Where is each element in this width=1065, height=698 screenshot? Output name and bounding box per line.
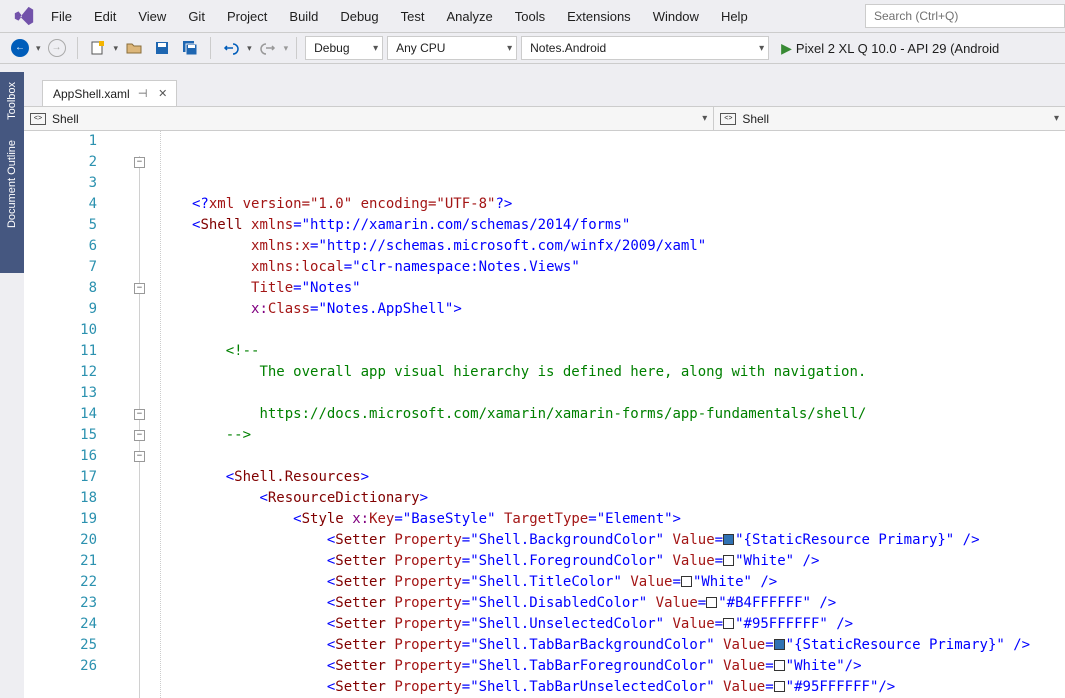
start-button[interactable]: ▶Pixel 2 XL Q 10.0 - API 29 (Android (773, 40, 1007, 57)
menu-edit[interactable]: Edit (83, 5, 127, 28)
menu-extensions[interactable]: Extensions (556, 5, 642, 28)
code-line[interactable]: xmlns:local="clr-namespace:Notes.Views" (192, 257, 1065, 278)
fold-toggle[interactable]: − (134, 283, 145, 294)
sidepanel-document-outline[interactable]: Document Outline (6, 134, 18, 234)
new-button[interactable] (86, 36, 110, 60)
menu-bar: FileEditViewGitProjectBuildDebugTestAnal… (0, 0, 1065, 32)
code-line[interactable]: <Setter Property="Shell.ForegroundColor"… (192, 551, 1065, 572)
config-combo[interactable]: Debug (305, 36, 383, 60)
code-line[interactable]: <Shell xmlns="http://xamarin.com/schemas… (192, 215, 1065, 236)
code-line[interactable]: <Setter Property="Shell.TitleColor" Valu… (192, 572, 1065, 593)
editor-area: AppShell.xaml ⊣ ✕ <> Shell <> Shell 1234… (24, 80, 1065, 698)
platform-combo[interactable]: Any CPU (387, 36, 517, 60)
save-all-button[interactable] (178, 36, 202, 60)
fold-toggle[interactable]: − (134, 451, 145, 462)
code-line[interactable] (192, 383, 1065, 404)
code-line[interactable]: <Style x:Key="BaseStyle" TargetType="Ele… (192, 509, 1065, 530)
fold-toggle[interactable]: − (134, 157, 145, 168)
menu-file[interactable]: File (40, 5, 83, 28)
code-content[interactable]: <?xml version="1.0" encoding="UTF-8"?><S… (152, 131, 1065, 698)
sidepanel-toolbox[interactable]: Toolbox (6, 76, 18, 126)
vs-logo-icon (8, 0, 40, 32)
toolbar: ← ▾ → ▾ ▾ ▾ Debug Any CPU Notes.Android … (0, 32, 1065, 64)
undo-button[interactable] (219, 36, 243, 60)
code-line[interactable]: Title="Notes" (192, 278, 1065, 299)
tab-strip: AppShell.xaml ⊣ ✕ (24, 80, 1065, 106)
line-gutter: 1234567891011121314151617181920212223242… (24, 131, 134, 698)
menu-view[interactable]: View (127, 5, 177, 28)
code-line[interactable]: x:Class="Notes.AppShell"> (192, 299, 1065, 320)
code-line[interactable]: <Setter Property="Shell.DisabledColor" V… (192, 593, 1065, 614)
close-icon[interactable]: ✕ (156, 87, 170, 100)
object-icon: <> (720, 113, 736, 125)
code-line[interactable]: <?xml version="1.0" encoding="UTF-8"?> (192, 194, 1065, 215)
redo-button[interactable] (256, 36, 280, 60)
pin-icon[interactable]: ⊣ (136, 87, 150, 100)
code-line[interactable] (192, 320, 1065, 341)
menu-tools[interactable]: Tools (504, 5, 556, 28)
search-input[interactable]: Search (Ctrl+Q) (865, 4, 1065, 28)
editor-tab[interactable]: AppShell.xaml ⊣ ✕ (42, 80, 177, 106)
menu-help[interactable]: Help (710, 5, 759, 28)
nav-back-button[interactable]: ← (8, 36, 32, 60)
code-line[interactable]: --> (192, 425, 1065, 446)
code-line[interactable]: <Setter Property="Shell.TabBarUnselected… (192, 677, 1065, 698)
code-editor[interactable]: 1234567891011121314151617181920212223242… (24, 131, 1065, 698)
code-line[interactable]: <Setter Property="Shell.BackgroundColor"… (192, 530, 1065, 551)
side-panel: Toolbox Document Outline (0, 72, 24, 273)
fold-toggle[interactable]: − (134, 430, 145, 441)
code-line[interactable]: <Setter Property="Shell.TabBarBackground… (192, 635, 1065, 656)
play-icon: ▶ (781, 40, 792, 57)
code-line[interactable]: https://docs.microsoft.com/xamarin/xamar… (192, 404, 1065, 425)
menu-window[interactable]: Window (642, 5, 710, 28)
code-line[interactable]: <!-- (192, 341, 1065, 362)
menu-build[interactable]: Build (278, 5, 329, 28)
object-icon: <> (30, 113, 46, 125)
code-line[interactable]: <Setter Property="Shell.UnselectedColor"… (192, 614, 1065, 635)
menu-project[interactable]: Project (216, 5, 278, 28)
save-button[interactable] (150, 36, 174, 60)
open-button[interactable] (122, 36, 146, 60)
nav-bar: <> Shell <> Shell (24, 106, 1065, 131)
code-line[interactable]: <ResourceDictionary> (192, 488, 1065, 509)
nav-combo-right[interactable]: <> Shell (714, 107, 1065, 130)
code-line[interactable]: <Shell.Resources> (192, 467, 1065, 488)
fold-toggle[interactable]: − (134, 409, 145, 420)
tab-title: AppShell.xaml (53, 87, 130, 101)
code-line[interactable]: The overall app visual hierarchy is defi… (192, 362, 1065, 383)
code-line[interactable]: <Setter Property="Shell.TabBarForeground… (192, 656, 1065, 677)
code-line[interactable] (192, 446, 1065, 467)
menu-test[interactable]: Test (390, 5, 436, 28)
nav-combo-left[interactable]: <> Shell (24, 107, 714, 130)
search-placeholder: Search (Ctrl+Q) (874, 9, 958, 23)
menu-debug[interactable]: Debug (329, 5, 389, 28)
menu-git[interactable]: Git (177, 5, 216, 28)
code-line[interactable]: xmlns:x="http://schemas.microsoft.com/wi… (192, 236, 1065, 257)
startup-combo[interactable]: Notes.Android (521, 36, 769, 60)
nav-fwd-button[interactable]: → (45, 36, 69, 60)
menu-analyze[interactable]: Analyze (435, 5, 503, 28)
